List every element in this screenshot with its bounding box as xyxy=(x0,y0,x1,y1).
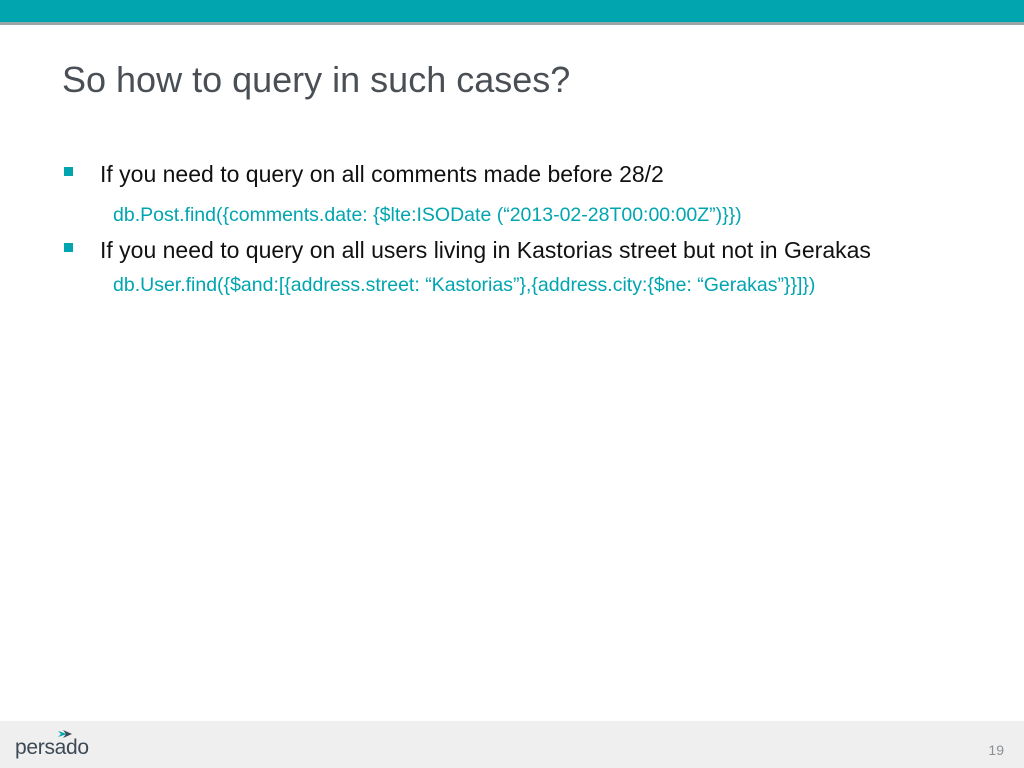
square-bullet-icon xyxy=(64,243,73,252)
code-snippet: db.Post.find({comments.date: {$lte:ISODa… xyxy=(113,204,742,226)
square-bullet-icon xyxy=(64,167,73,176)
slide-title: So how to query in such cases? xyxy=(62,59,571,100)
code-snippet: db.User.find({$and:[{address.street: “Ka… xyxy=(113,274,816,296)
persado-logo: persado xyxy=(15,736,89,759)
top-bar-divider xyxy=(0,22,1024,25)
footer-bar xyxy=(0,721,1024,768)
page-number: 19 xyxy=(988,742,1004,758)
bullet-item: If you need to query on all comments mad… xyxy=(62,158,962,191)
slide: So how to query in such cases? If you ne… xyxy=(0,0,1024,768)
bullet-text: If you need to query on all comments mad… xyxy=(100,161,664,187)
top-accent-bar xyxy=(0,0,1024,22)
bullet-text: If you need to query on all users living… xyxy=(100,237,871,263)
bullet-item: If you need to query on all users living… xyxy=(62,234,962,267)
slide-content: If you need to query on all comments mad… xyxy=(62,158,962,299)
